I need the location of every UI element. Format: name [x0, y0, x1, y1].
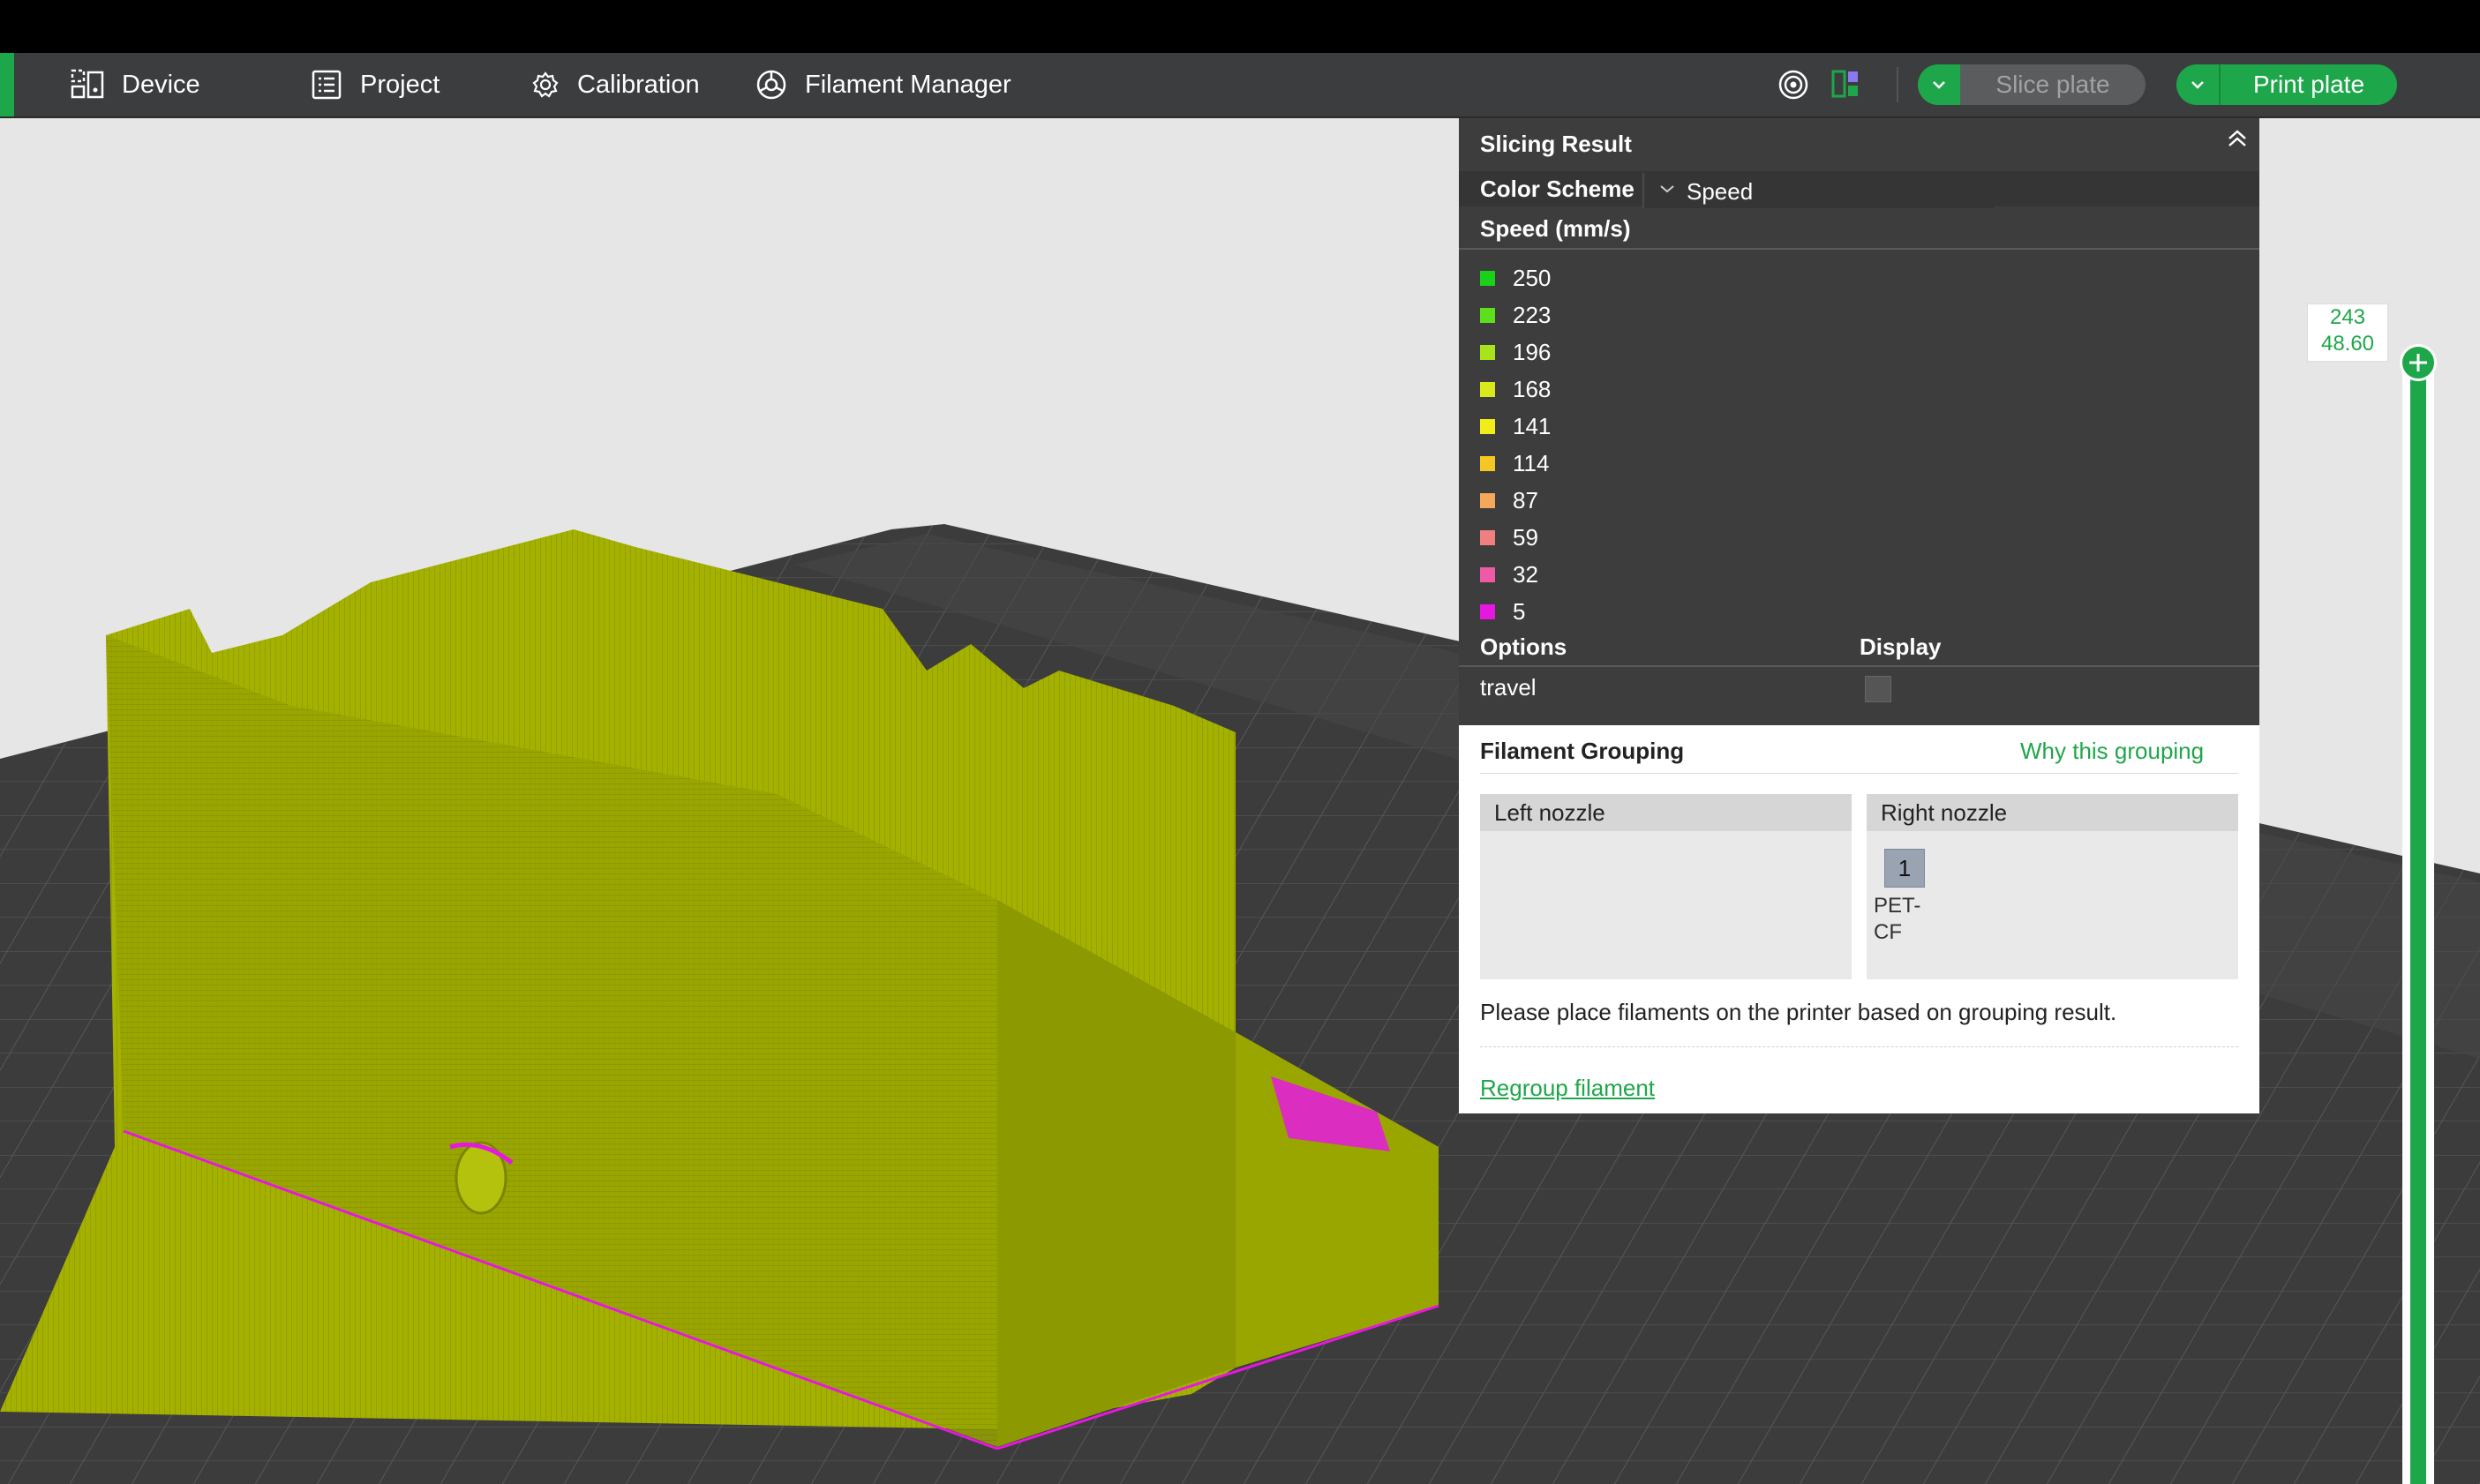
filament-slot-chip[interactable]: 1 — [1884, 849, 1925, 888]
legend-item: 168 — [1480, 371, 1551, 408]
speed-legend: 250 223 196 168 141 114 87 59 32 5 — [1480, 259, 1551, 630]
plus-icon — [2409, 354, 2427, 371]
legend-item: 59 — [1480, 519, 1551, 556]
legend-swatch — [1480, 529, 1495, 545]
legend-value: 223 — [1513, 301, 1552, 328]
layout-icon[interactable] — [1830, 69, 1860, 99]
filament-type: PET- CF — [1874, 893, 1935, 946]
filament-type-line: PET- — [1874, 894, 1921, 918]
legend-swatch — [1480, 307, 1495, 323]
slice-plate-group: Slice plate — [1918, 64, 2146, 105]
slice-dropdown-button[interactable] — [1918, 64, 1960, 105]
legend-item: 223 — [1480, 296, 1551, 334]
print-dropdown-button[interactable] — [2176, 64, 2219, 105]
nav-device[interactable]: Device — [71, 53, 200, 116]
legend-item: 196 — [1480, 334, 1551, 371]
legend-swatch — [1480, 270, 1495, 286]
legend-swatch — [1480, 455, 1495, 471]
chevron-down-icon — [1933, 81, 1945, 89]
slicing-result-title: Slicing Result — [1480, 131, 1632, 157]
nav-calibration-label: Calibration — [577, 70, 700, 99]
layer-slider-handle[interactable] — [2400, 344, 2437, 381]
nav-filament-manager-label: Filament Manager — [805, 70, 1011, 99]
layer-slider-fill — [2410, 364, 2426, 1484]
nav-project[interactable]: Project — [311, 53, 440, 116]
divider — [1480, 1046, 2238, 1047]
legend-item: 141 — [1480, 408, 1551, 445]
nav-device-label: Device — [122, 70, 200, 99]
nav-project-label: Project — [360, 70, 440, 99]
divider — [1459, 665, 2259, 667]
left-nozzle-box: Left nozzle — [1480, 794, 1852, 979]
sync-icon[interactable] — [1777, 69, 1809, 101]
legend-value: 168 — [1513, 375, 1552, 402]
chevron-down-icon — [1660, 185, 1674, 193]
legend-item: 250 — [1480, 259, 1551, 296]
legend-value: 114 — [1513, 449, 1550, 476]
legend-value: 87 — [1513, 486, 1538, 513]
travel-option-label: travel — [1480, 674, 1537, 701]
legend-swatch — [1480, 418, 1495, 434]
travel-display-checkbox[interactable] — [1865, 676, 1891, 702]
legend-value: 196 — [1513, 338, 1552, 365]
right-nozzle-box: Right nozzle 1 PET- CF — [1867, 794, 2238, 979]
why-this-grouping-link[interactable]: Why this grouping — [2020, 738, 2204, 765]
slice-plate-button[interactable]: Slice plate — [1960, 64, 2146, 105]
filament-grouping-title: Filament Grouping — [1480, 738, 1685, 764]
top-toolbar: Device Project Calibration Filament Mana… — [0, 53, 2480, 118]
legend-swatch — [1480, 603, 1495, 619]
options-header: Options — [1480, 633, 1567, 660]
left-nozzle-label: Left nozzle — [1480, 794, 1852, 831]
color-scheme-row: Color Scheme Speed — [1459, 171, 2259, 208]
chevron-down-icon — [2191, 81, 2204, 89]
legend-value: 141 — [1513, 412, 1552, 439]
nav-filament-manager[interactable]: Filament Manager — [755, 53, 1011, 116]
layer-number: 243 — [2329, 305, 2366, 329]
calibration-icon — [532, 71, 559, 98]
legend-item: 114 — [1480, 445, 1551, 482]
display-header: Display — [1860, 633, 1942, 660]
color-scheme-select[interactable]: Speed — [1642, 173, 1994, 208]
legend-value: 32 — [1513, 560, 1538, 588]
regroup-filament-link[interactable]: Regroup filament — [1480, 1075, 1655, 1102]
color-scheme-label: Color Scheme — [1480, 176, 1635, 202]
legend-swatch — [1480, 381, 1495, 397]
filament-manager-icon — [756, 70, 786, 100]
filament-grouping-panel: Filament Grouping Why this grouping Left… — [1459, 725, 2259, 1113]
legend-item: 32 — [1480, 556, 1551, 593]
legend-swatch — [1480, 344, 1495, 360]
print-plate-group: Print plate — [2176, 64, 2397, 105]
toolbar-divider — [1897, 67, 1898, 102]
legend-value: 5 — [1513, 597, 1526, 625]
layer-readout: 243 48.60 — [2307, 304, 2388, 362]
divider — [1480, 773, 2238, 774]
grouping-message: Please place filaments on the printer ba… — [1480, 999, 2117, 1025]
speed-legend-header: Speed (mm/s) — [1480, 215, 1631, 242]
toolbar-accent-strip — [0, 53, 14, 116]
project-icon — [312, 70, 342, 100]
layer-height: 48.60 — [2320, 332, 2375, 356]
color-scheme-value: Speed — [1687, 178, 1754, 205]
print-plate-button[interactable]: Print plate — [2219, 64, 2397, 105]
legend-swatch — [1480, 566, 1495, 582]
slicing-result-panel: Slicing Result Color Scheme Speed Speed … — [1459, 118, 2259, 725]
right-nozzle-label: Right nozzle — [1867, 794, 2238, 831]
legend-item: 87 — [1480, 482, 1551, 519]
nav-calibration[interactable]: Calibration — [531, 53, 700, 116]
device-icon — [71, 69, 104, 99]
filament-type-line: CF — [1874, 920, 1902, 944]
legend-value: 59 — [1513, 523, 1538, 551]
collapse-icon[interactable] — [2225, 127, 2250, 152]
legend-item: 5 — [1480, 593, 1551, 630]
legend-value: 250 — [1513, 264, 1552, 291]
window-title-bar — [0, 0, 2480, 53]
legend-swatch — [1480, 492, 1495, 508]
divider — [1459, 248, 2259, 250]
